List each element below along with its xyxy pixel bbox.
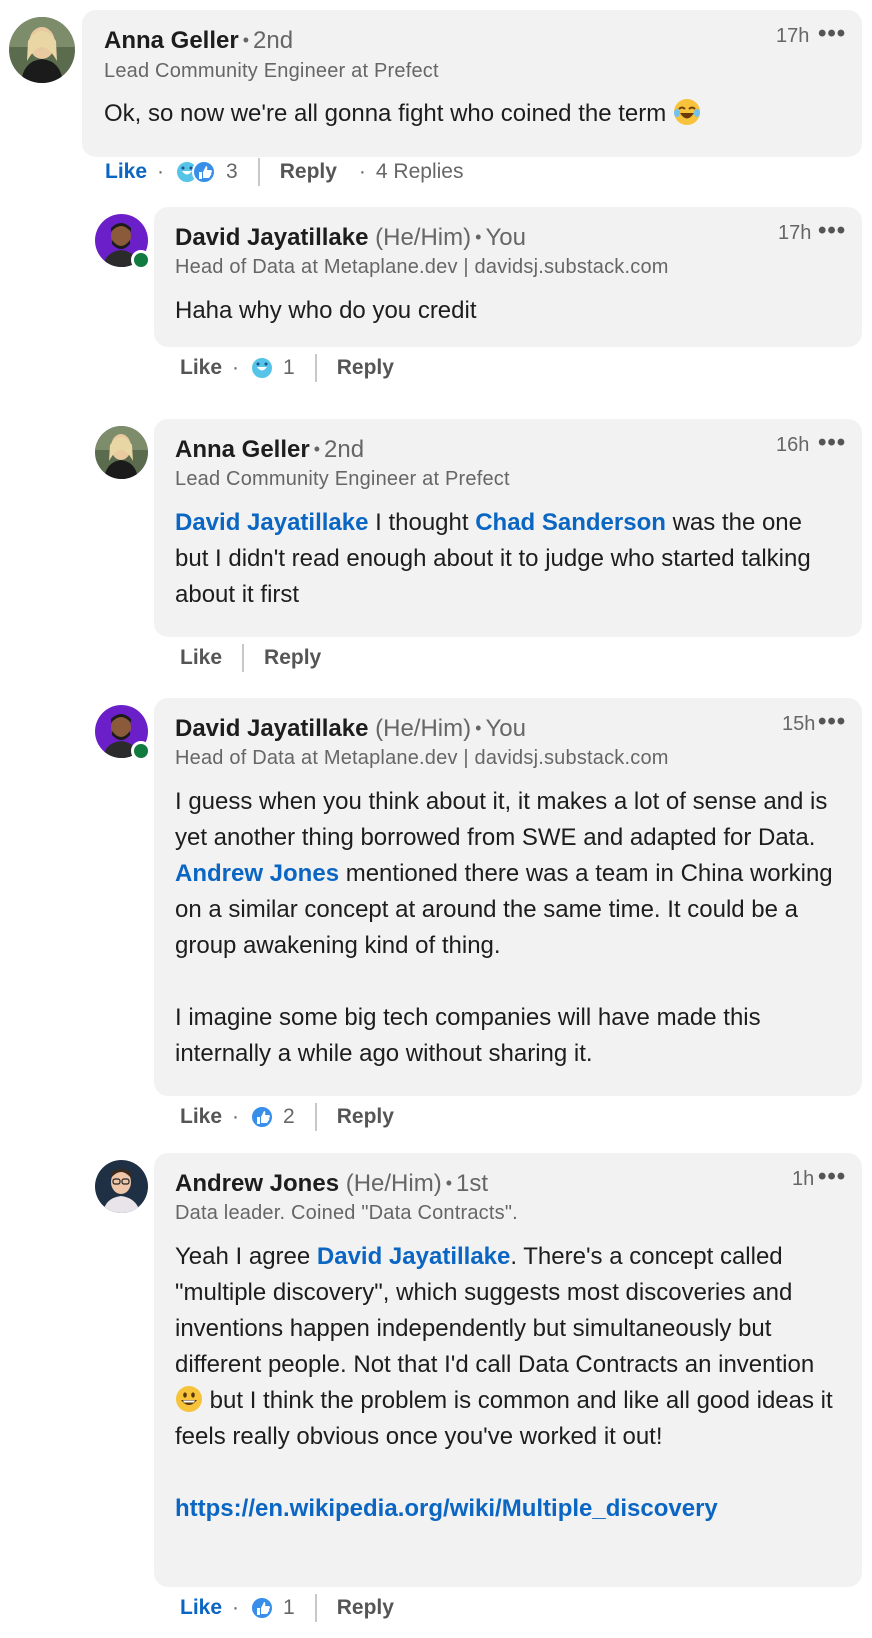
connection-degree: You (485, 224, 526, 251)
author-line: Anna Geller • 2nd (104, 27, 294, 54)
mention-link[interactable]: Andrew Jones (175, 860, 339, 887)
reactions-summary[interactable]: 1 (249, 1595, 295, 1621)
author-name[interactable]: Andrew Jones (175, 1170, 339, 1197)
timestamp: 17h (776, 25, 810, 47)
comment-actions: Like · 2 Reply (180, 1102, 394, 1132)
author-headline: Head of Data at Metaplane.dev | davidsj.… (175, 747, 669, 769)
reply-button[interactable]: Reply (337, 1105, 394, 1129)
like-reaction-icon (250, 1596, 275, 1620)
like-button[interactable]: Like (105, 160, 147, 184)
online-status-icon (131, 741, 151, 761)
author-headline: Lead Community Engineer at Prefect (104, 60, 439, 82)
author-headline: Data leader. Coined "Data Contracts". (175, 1202, 518, 1224)
mention-link[interactable]: Chad Sanderson (475, 509, 666, 536)
reply-button[interactable]: Reply (280, 160, 337, 184)
author-pronouns: (He/Him) (375, 224, 472, 251)
author-name[interactable]: David Jayatillake (175, 224, 368, 251)
avatar-anna-geller[interactable] (95, 426, 148, 479)
more-options-icon[interactable]: ••• (818, 217, 846, 245)
more-options-icon[interactable]: ••• (818, 1163, 846, 1191)
timestamp: 1h (792, 1168, 815, 1190)
comment-text: Ok, so now we're all gonna fight who coi… (104, 96, 838, 132)
comment-text: Haha why who do you credit (175, 297, 477, 324)
like-reaction-icon (250, 1105, 275, 1129)
author-line: Andrew Jones (He/Him) • 1st (175, 1170, 489, 1197)
online-status-icon (131, 250, 151, 270)
comment-bubble: Anna Geller • 2nd Lead Community Engineer … (154, 419, 862, 637)
reaction-count: 3 (226, 160, 238, 183)
avatar-anna-geller[interactable] (9, 17, 75, 83)
reaction-count: 1 (283, 1596, 295, 1619)
like-button[interactable]: Like (180, 1105, 222, 1129)
mention-link[interactable]: David Jayatillake (317, 1243, 510, 1270)
comment-text: I guess when you think about it, it make… (175, 788, 833, 1067)
comment-bubble: Anna Geller • 2nd Lead Community Engineer … (82, 10, 862, 157)
connection-degree: 1st (456, 1170, 489, 1197)
funny-like-reaction-icon (175, 160, 217, 184)
author-pronouns: (He/Him) (375, 715, 472, 742)
author-name[interactable]: Anna Geller (104, 27, 239, 54)
connection-degree: 2nd (253, 27, 294, 54)
timestamp: 16h (776, 434, 810, 456)
connection-degree: 2nd (324, 436, 365, 463)
reply-button[interactable]: Reply (264, 646, 321, 670)
mention-link[interactable]: David Jayatillake (175, 509, 368, 536)
comment-actions: Like · 1 Reply (180, 1593, 394, 1623)
like-button[interactable]: Like (180, 356, 222, 380)
comment-text: David Jayatillake I thought Chad Sanders… (175, 509, 811, 608)
author-line: David Jayatillake (He/Him) • You (175, 715, 526, 742)
comment-bubble: David Jayatillake (He/Him) • You Head of D… (154, 207, 862, 347)
like-button[interactable]: Like (180, 1596, 222, 1620)
author-line: Anna Geller • 2nd (175, 436, 365, 463)
comment-text: Yeah I agree David Jayatillake. There's … (175, 1243, 833, 1522)
replies-count[interactable]: 4 Replies (376, 160, 464, 184)
reactions-summary[interactable]: 3 (174, 159, 238, 185)
reactions-summary[interactable]: 2 (249, 1104, 295, 1130)
like-button[interactable]: Like (180, 646, 222, 670)
more-options-icon[interactable]: ••• (818, 20, 846, 48)
timestamp: 15h (782, 713, 816, 735)
laughing-tears-emoji-icon (673, 99, 700, 125)
reply-button[interactable]: Reply (337, 1596, 394, 1620)
author-headline: Head of Data at Metaplane.dev | davidsj.… (175, 256, 669, 278)
more-options-icon[interactable]: ••• (818, 429, 846, 457)
author-line: David Jayatillake (He/Him) • You (175, 224, 526, 251)
reactions-summary[interactable]: 1 (249, 355, 295, 381)
author-pronouns: (He/Him) (345, 1170, 442, 1197)
timestamp: 17h (778, 222, 812, 244)
comment-actions: Like Reply (180, 643, 321, 673)
comment-actions: Like · 3 Reply · 4 Replies (105, 157, 463, 187)
reply-button[interactable]: Reply (337, 356, 394, 380)
reaction-count: 2 (283, 1105, 295, 1128)
grinning-face-emoji-icon (176, 1386, 202, 1412)
author-name[interactable]: Anna Geller (175, 436, 310, 463)
funny-reaction-icon (250, 356, 275, 380)
comment-bubble: Andrew Jones (He/Him) • 1st Data leader. C… (154, 1153, 862, 1587)
comment-bubble: David Jayatillake (He/Him) • You Head of D… (154, 698, 862, 1096)
author-name[interactable]: David Jayatillake (175, 715, 368, 742)
author-headline: Lead Community Engineer at Prefect (175, 468, 510, 490)
wikipedia-link[interactable]: https://en.wikipedia.org/wiki/Multiple_d… (175, 1495, 718, 1522)
connection-degree: You (485, 715, 526, 742)
reaction-count: 1 (283, 356, 295, 379)
comment-actions: Like · 1 Reply (180, 353, 394, 383)
more-options-icon[interactable]: ••• (818, 708, 846, 736)
avatar-andrew-jones[interactable] (95, 1160, 148, 1213)
